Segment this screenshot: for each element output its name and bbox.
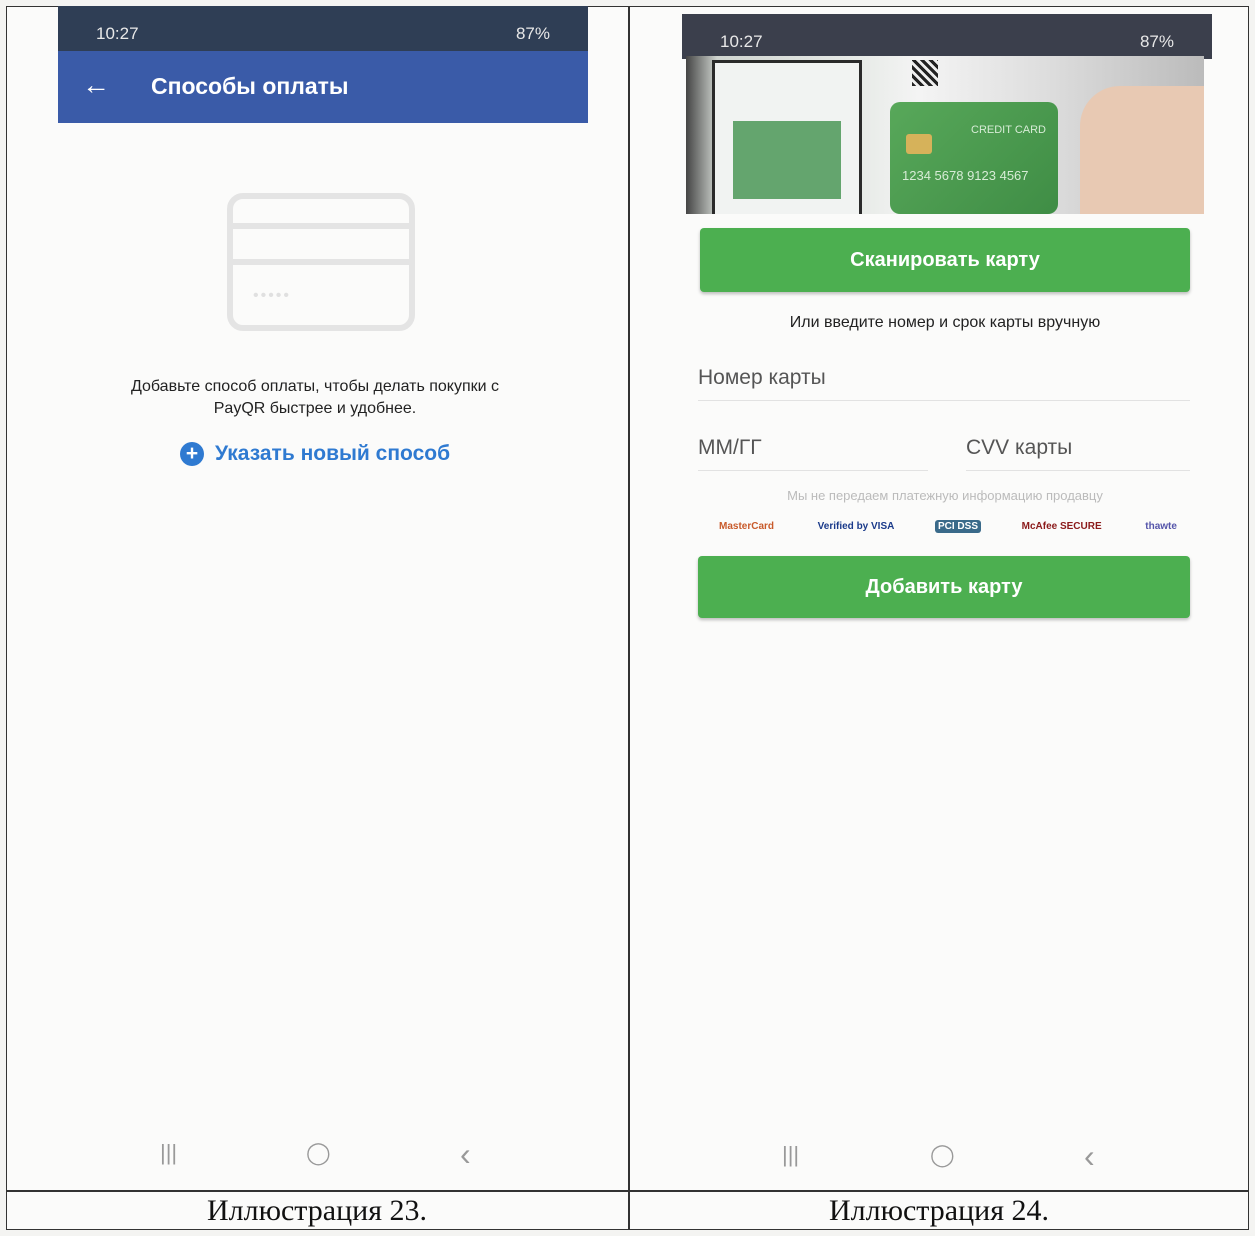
plus-icon: + <box>180 442 204 466</box>
card-digits: ••••• <box>253 287 292 304</box>
cvv-field[interactable] <box>966 430 1190 471</box>
pci-dss-logo: PCI DSS <box>934 519 981 533</box>
security-note: Мы не передаем платежную информацию прод… <box>787 488 1103 503</box>
camera-phone-image <box>712 60 862 214</box>
cvv-input[interactable] <box>966 430 1190 466</box>
camera-preview: CREDIT CARD 1234 5678 9123 4567 <box>686 56 1204 214</box>
credit-card-icon: ••••• <box>227 193 415 331</box>
empty-state-hint: Добавьте способ оплаты, чтобы делать пок… <box>130 378 500 417</box>
caption-23: Иллюстрация 23. <box>206 1194 428 1227</box>
thawte-logo: thawte <box>1145 520 1177 532</box>
caption-24: Иллюстрация 24. <box>828 1194 1050 1227</box>
status-bar: 10:27 87% <box>58 6 588 51</box>
back-button[interactable]: ‹ <box>1084 1138 1095 1175</box>
page-title: Способы оплаты <box>151 73 349 99</box>
manual-entry-hint: Или введите номер и срок карты вручную <box>789 314 1101 331</box>
verified-by-visa-logo: Verified by VISA <box>817 520 895 532</box>
home-button[interactable]: ◯ <box>306 1140 331 1166</box>
mastercard-logo: MasterCard <box>719 520 775 532</box>
camera-credit-card-image: CREDIT CARD 1234 5678 9123 4567 <box>890 102 1058 214</box>
app-bar: ← Способы оплаты <box>58 51 588 123</box>
battery-level: 87% <box>1139 32 1174 51</box>
recent-apps-button[interactable]: ||| <box>160 1140 177 1166</box>
card-number-field[interactable] <box>698 360 1190 401</box>
back-button[interactable]: ‹ <box>460 1136 471 1173</box>
back-arrow-icon[interactable]: ← <box>82 69 110 101</box>
add-card-button[interactable]: Добавить карту <box>698 556 1190 618</box>
add-payment-method-link[interactable]: + Указать новый способ <box>180 440 450 468</box>
security-logos: MasterCard Verified by VISA PCI DSS McAf… <box>716 514 1180 538</box>
horizontal-divider <box>6 1190 1249 1192</box>
battery-level: 87% <box>515 24 550 43</box>
add-payment-method-label: Указать новый способ <box>215 442 451 465</box>
mcafee-secure-logo: McAfee SECURE <box>1021 520 1102 532</box>
scan-card-button[interactable]: Сканировать карту <box>700 228 1190 292</box>
home-button[interactable]: ◯ <box>930 1142 955 1168</box>
status-bar: 10:27 87% <box>682 14 1212 59</box>
camera-hand-image <box>1080 86 1204 214</box>
expiry-field[interactable] <box>698 430 928 471</box>
expiry-input[interactable] <box>698 430 928 466</box>
qr-code-image <box>912 60 938 86</box>
card-number-input[interactable] <box>698 360 1190 396</box>
vertical-divider <box>628 6 630 1230</box>
status-time: 10:27 <box>96 24 139 43</box>
recent-apps-button[interactable]: ||| <box>782 1142 799 1168</box>
status-time: 10:27 <box>720 32 763 51</box>
